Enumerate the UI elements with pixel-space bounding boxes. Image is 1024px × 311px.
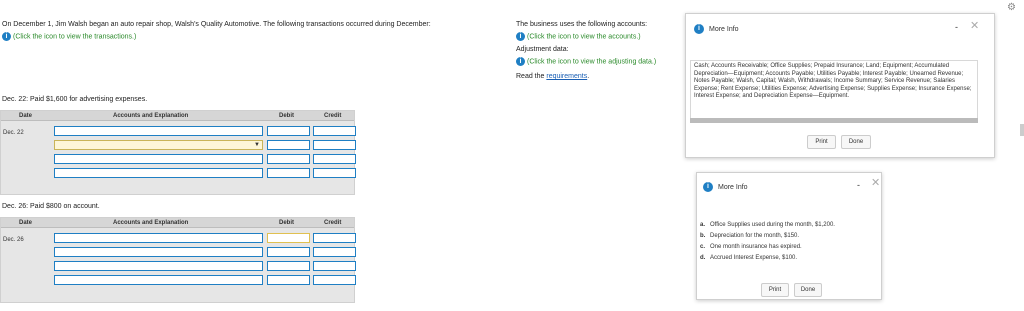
entry-2-prompt: Dec. 26: Paid $800 on account. — [2, 203, 100, 210]
entry-1-prompt: Dec. 22: Paid $1,600 for advertising exp… — [2, 96, 148, 103]
info-icon[interactable]: i — [2, 32, 11, 41]
entry-date: Dec. 22 — [3, 130, 24, 136]
adjusting-link-text[interactable]: (Click the icon to view the adjusting da… — [527, 58, 656, 65]
info-icon[interactable]: i — [516, 32, 525, 41]
horizontal-scrollbar[interactable] — [690, 118, 978, 123]
credit-input[interactable] — [313, 247, 356, 257]
debit-input[interactable] — [267, 233, 310, 243]
adjustment-list: a. Office Supplies used during the month,… — [700, 220, 835, 264]
header-credit: Credit — [324, 113, 342, 119]
account-input[interactable] — [54, 126, 263, 136]
transactions-link-text[interactable]: (Click the icon to view the transactions… — [13, 33, 136, 40]
header-debit: Debit — [279, 113, 294, 119]
credit-input[interactable] — [313, 140, 356, 150]
account-input[interactable] — [54, 275, 263, 285]
gear-icon[interactable]: ⚙ — [1007, 2, 1016, 13]
debit-input[interactable] — [267, 275, 310, 285]
header-date: Date — [19, 113, 33, 119]
info-icon: i — [694, 24, 704, 34]
page-scrollbar[interactable] — [1020, 124, 1024, 136]
info-icon[interactable]: i — [516, 57, 525, 66]
accounts-link[interactable]: i (Click the icon to view the accounts.) — [516, 32, 641, 41]
list-item: c. One month insurance has expired. — [700, 244, 802, 250]
list-item: b. Depreciation for the month, $150. — [700, 233, 800, 239]
accounts-intro: The business uses the following accounts… — [516, 21, 648, 28]
credit-input[interactable] — [313, 126, 356, 136]
credit-input[interactable] — [313, 154, 356, 164]
list-item: a. Office Supplies used during the month,… — [700, 222, 835, 228]
journal-table-1: Date Accounts and Explanation Debit Cred… — [0, 110, 356, 195]
credit-input[interactable] — [313, 233, 356, 243]
problem-intro: On December 1, Jim Walsh began an auto r… — [2, 21, 431, 28]
done-button[interactable]: Done — [794, 283, 822, 297]
adjustment-label: Adjustment data: — [516, 46, 569, 53]
debit-input[interactable] — [267, 140, 310, 150]
close-icon[interactable]: ✕ — [970, 19, 979, 32]
account-input[interactable] — [54, 154, 263, 164]
header-credit: Credit — [324, 220, 342, 226]
account-input[interactable] — [54, 233, 263, 243]
list-item: d. Accrued Interest Expense, $100. — [700, 255, 798, 261]
debit-input[interactable] — [267, 126, 310, 136]
minimize-button[interactable]: - — [857, 180, 860, 190]
credit-input[interactable] — [313, 275, 356, 285]
journal-table-2: Date Accounts and Explanation Debit Cred… — [0, 217, 356, 303]
transactions-link[interactable]: i (Click the icon to view the transaction… — [2, 32, 136, 41]
print-button[interactable]: Print — [761, 283, 789, 297]
dropdown-arrow-icon[interactable]: ▼ — [254, 142, 260, 148]
adjusting-link[interactable]: i (Click the icon to view the adjusting d… — [516, 57, 656, 66]
accounts-list-text: Cash; Accounts Receivable; Office Suppli… — [690, 60, 978, 123]
credit-input[interactable] — [313, 261, 356, 271]
account-input[interactable] — [54, 247, 263, 257]
header-date: Date — [19, 220, 33, 226]
done-button[interactable]: Done — [841, 135, 871, 149]
debit-input[interactable] — [267, 168, 310, 178]
journal-header: Date Accounts and Explanation Debit Cred… — [1, 111, 354, 121]
debit-input[interactable] — [267, 154, 310, 164]
journal-header: Date Accounts and Explanation Debit Cred… — [1, 218, 354, 228]
read-requirements: Read the requirements. — [516, 73, 590, 80]
account-input[interactable] — [54, 261, 263, 271]
requirements-link[interactable]: requirements — [546, 73, 587, 80]
close-icon[interactable]: ✕ — [871, 176, 880, 189]
info-icon: i — [703, 182, 713, 192]
print-button[interactable]: Print — [807, 135, 836, 149]
header-accounts: Accounts and Explanation — [113, 220, 189, 226]
account-dropdown[interactable]: ▼ — [54, 140, 263, 150]
account-input[interactable] — [54, 168, 263, 178]
debit-input[interactable] — [267, 261, 310, 271]
minimize-button[interactable]: - — [955, 22, 958, 32]
popup-title: i More Info — [703, 182, 748, 192]
accounts-link-text[interactable]: (Click the icon to view the accounts.) — [527, 33, 641, 40]
debit-input[interactable] — [267, 247, 310, 257]
popup-title: i More Info — [694, 24, 739, 34]
header-debit: Debit — [279, 220, 294, 226]
header-accounts: Accounts and Explanation — [113, 113, 189, 119]
credit-input[interactable] — [313, 168, 356, 178]
entry-date: Dec. 26 — [3, 237, 24, 243]
